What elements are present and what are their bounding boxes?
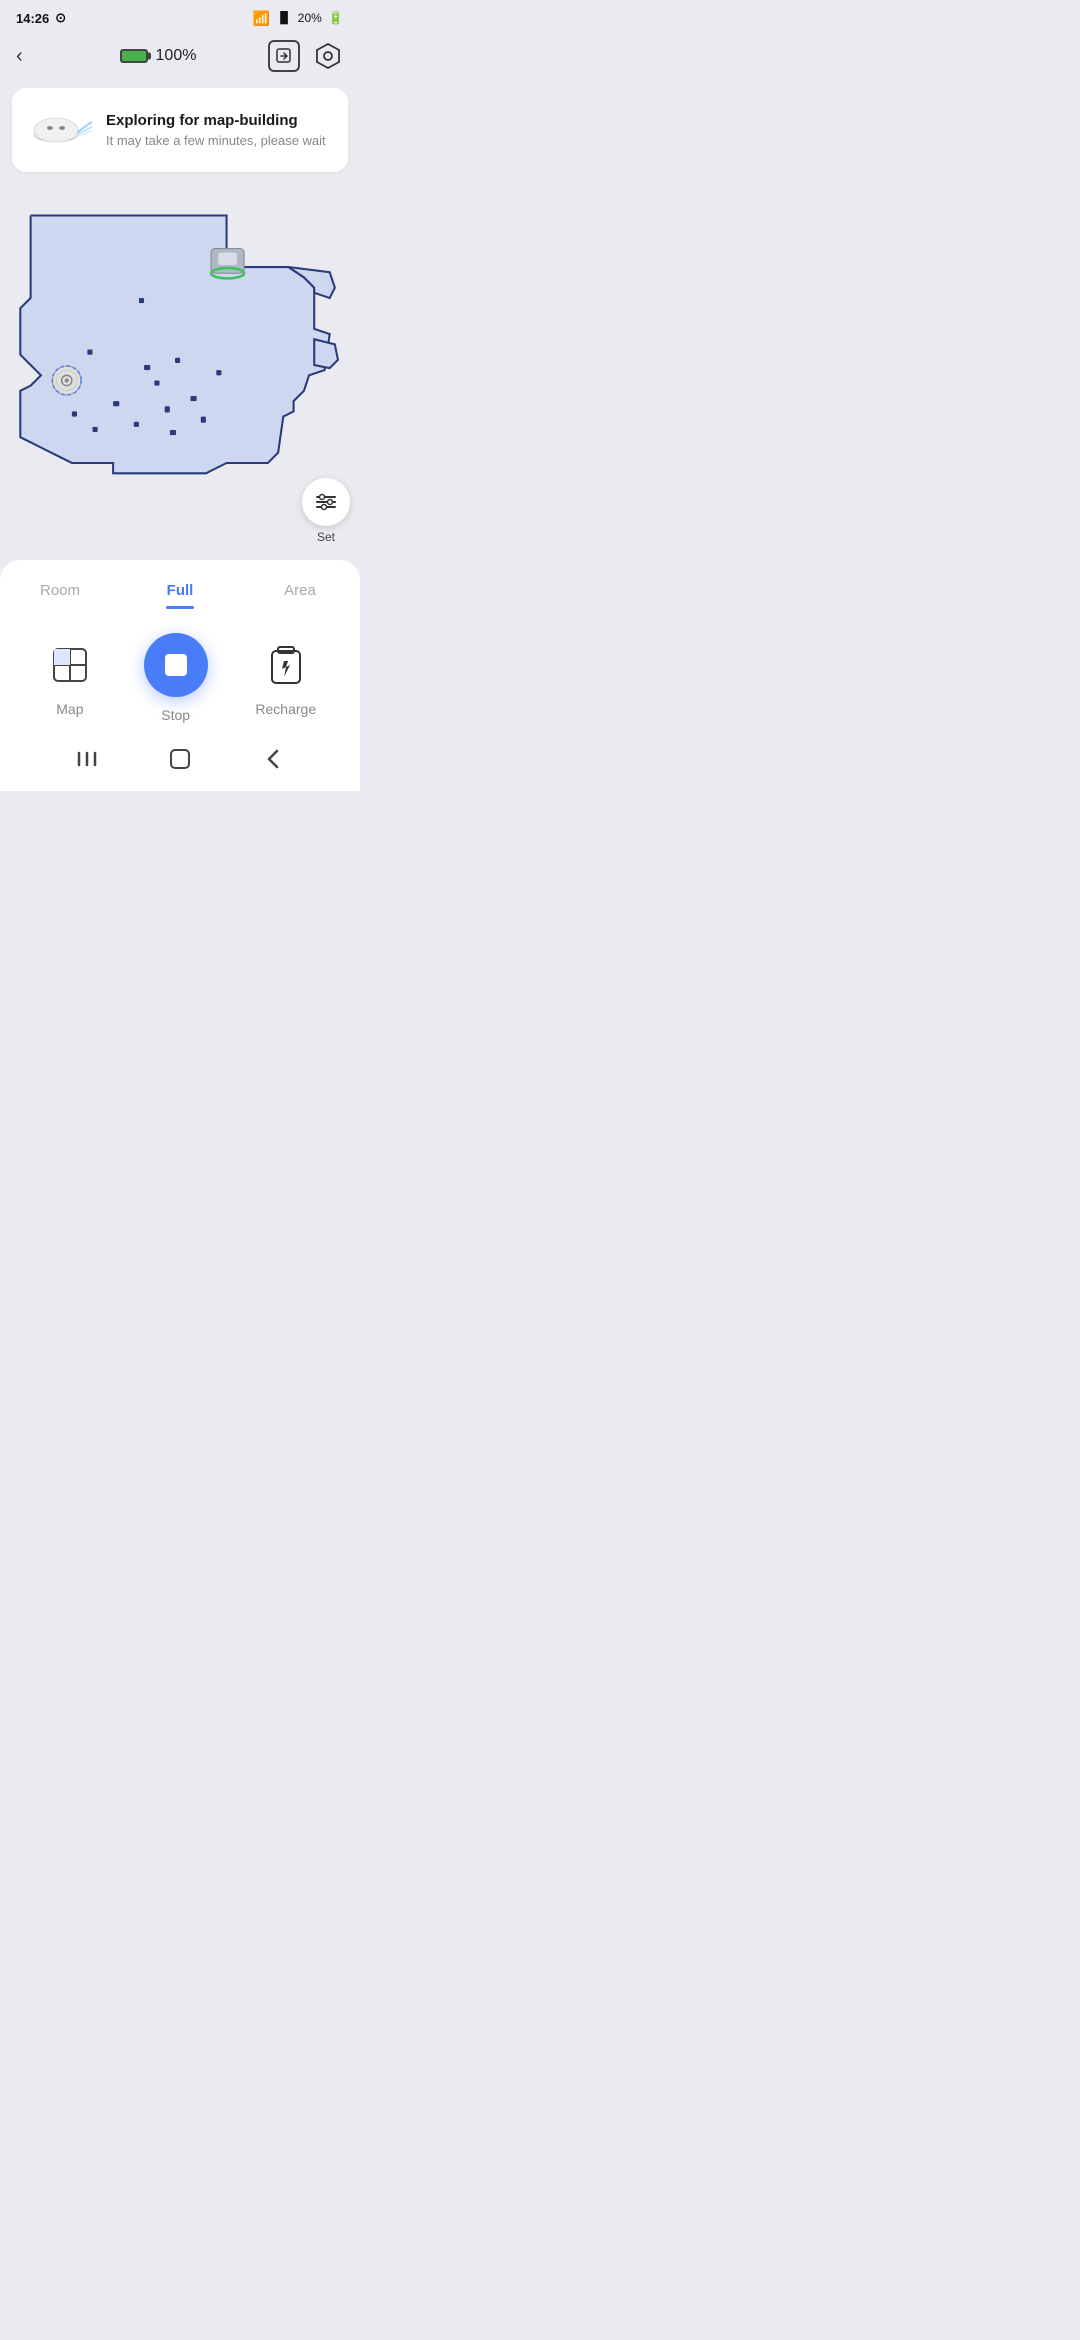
battery-icon: 🔋 — [328, 10, 344, 26]
stop-label: Stop — [161, 707, 190, 723]
status-icons-area: 📶 ▐▌ 20% 🔋 — [253, 10, 344, 27]
top-nav: ‹ 100% — [0, 32, 360, 80]
back-button[interactable]: ‹ — [16, 45, 48, 68]
home-icon — [168, 747, 192, 771]
map-area: Set — [0, 180, 360, 560]
recharge-action[interactable]: Recharge — [255, 639, 316, 717]
wifi-icon: 📶 — [253, 10, 270, 27]
info-card: Exploring for map-building It may take a… — [12, 88, 348, 172]
tab-area[interactable]: Area — [240, 576, 360, 609]
nav-center: 100% — [120, 47, 197, 65]
tab-room[interactable]: Room — [0, 576, 120, 609]
battery-percent: 20% — [298, 11, 322, 25]
actions-row: Map Stop Recharge — [0, 617, 360, 731]
floor-map — [10, 200, 340, 530]
recent-apps-icon — [75, 749, 99, 769]
time-display: 14:26 — [16, 11, 49, 26]
tab-full[interactable]: Full — [120, 576, 240, 609]
nav-icons-group — [268, 40, 344, 72]
status-time-area: 14:26 ⊙ — [16, 10, 66, 26]
recent-apps-button[interactable] — [71, 743, 103, 775]
location-icon: ⊙ — [55, 10, 66, 26]
settings-button[interactable] — [312, 40, 344, 72]
recharge-icon — [262, 641, 310, 689]
map-icon — [46, 641, 94, 689]
map-icon-box — [44, 639, 96, 691]
share-icon — [276, 48, 292, 64]
signal-icon: ▐▌ — [276, 12, 292, 24]
gear-icon — [313, 41, 343, 71]
battery-level-label: 100% — [156, 47, 197, 65]
recharge-icon-box — [260, 639, 312, 691]
back-nav-icon — [263, 747, 283, 771]
map-label: Map — [56, 701, 83, 717]
stop-square-icon — [165, 654, 187, 676]
stop-action[interactable]: Stop — [144, 633, 208, 723]
back-nav-button[interactable] — [257, 743, 289, 775]
share-button[interactable] — [268, 40, 300, 72]
set-button[interactable]: Set — [302, 478, 350, 544]
info-subtitle: It may take a few minutes, please wait — [106, 133, 326, 148]
map-action[interactable]: Map — [44, 639, 96, 717]
stop-button[interactable] — [144, 633, 208, 697]
status-bar: 14:26 ⊙ 📶 ▐▌ 20% 🔋 — [0, 0, 360, 32]
device-battery-icon — [120, 49, 148, 63]
system-nav — [0, 731, 360, 783]
home-button[interactable] — [164, 743, 196, 775]
robot-icon — [28, 104, 92, 156]
tabs-row: Room Full Area — [0, 560, 360, 617]
recharge-label: Recharge — [255, 701, 316, 717]
info-text-block: Exploring for map-building It may take a… — [106, 112, 326, 148]
filter-icon — [314, 490, 338, 514]
info-title: Exploring for map-building — [106, 112, 326, 129]
set-button-circle — [302, 478, 350, 526]
bottom-panel: Room Full Area Map — [0, 560, 360, 791]
set-label: Set — [317, 530, 335, 544]
